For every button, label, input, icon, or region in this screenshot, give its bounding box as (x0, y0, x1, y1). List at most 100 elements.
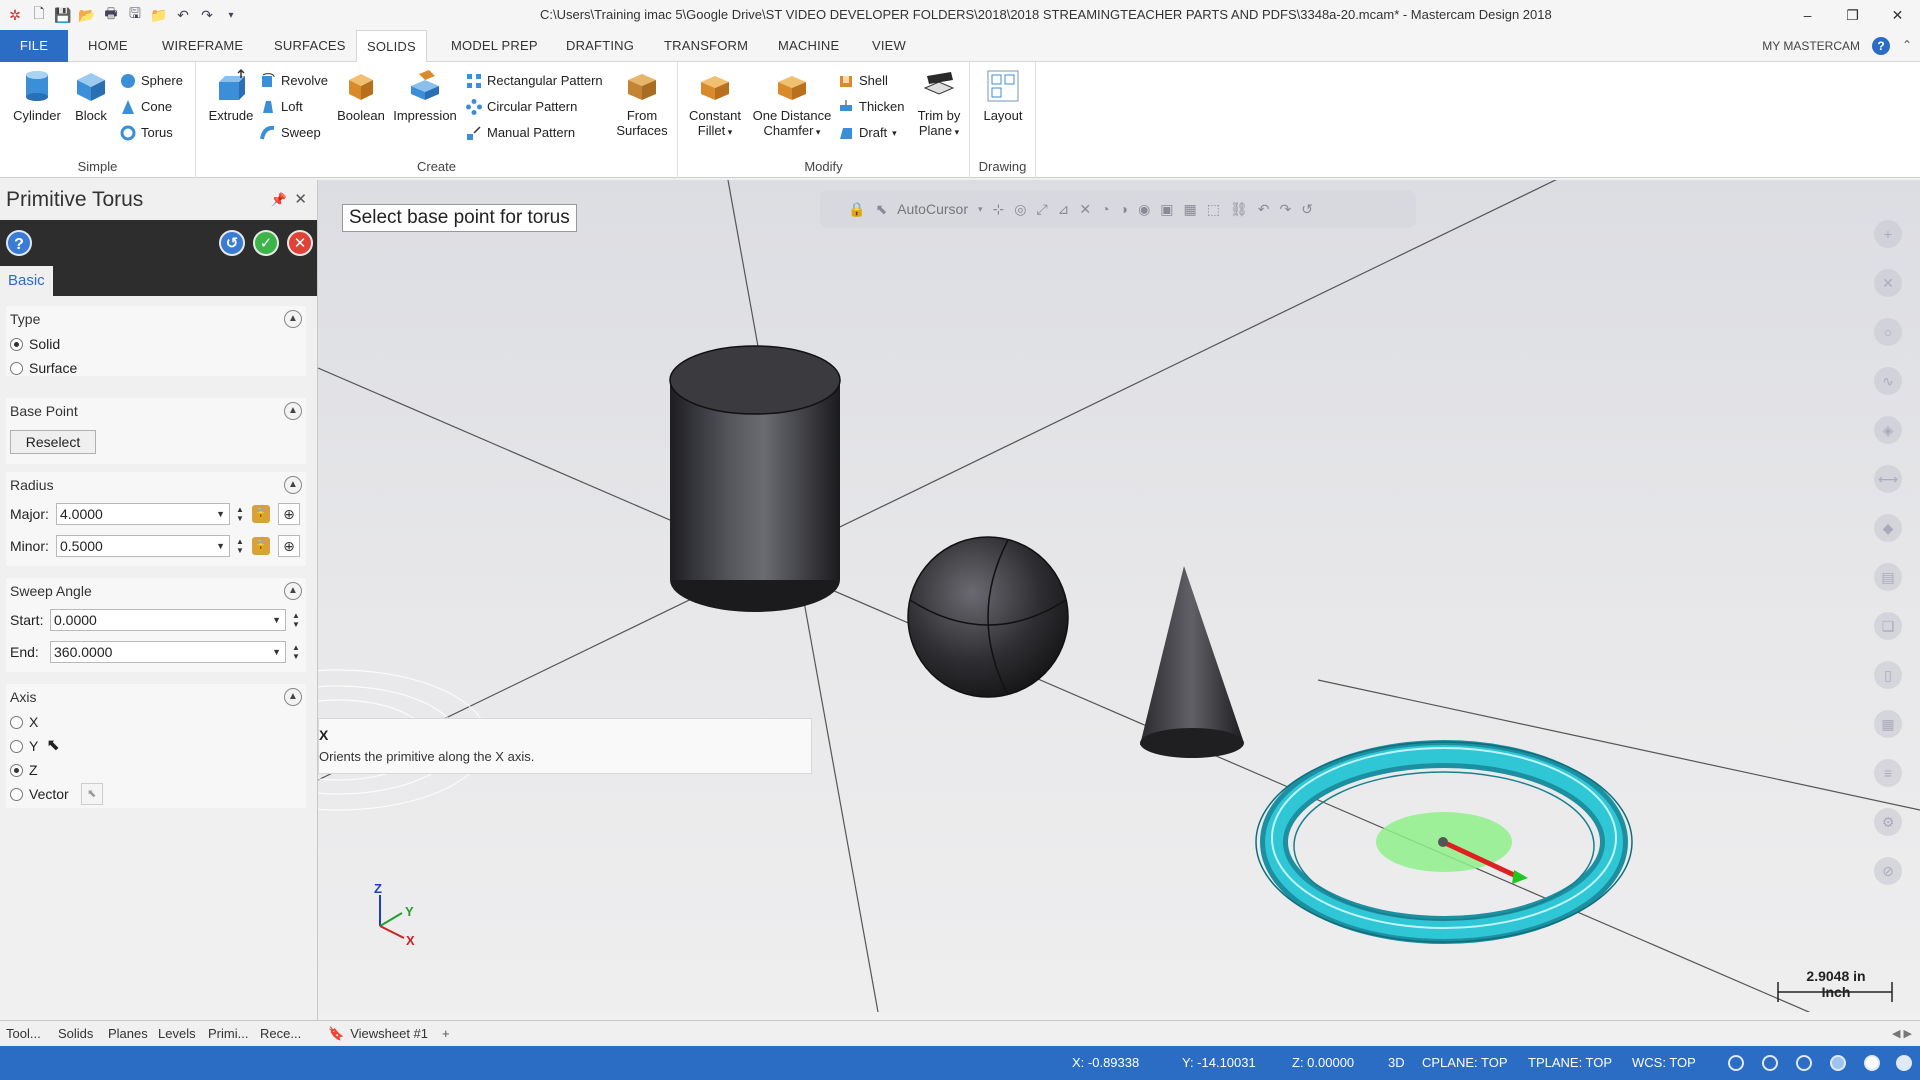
collapse-icon[interactable]: ▲ (284, 402, 302, 420)
block-button[interactable]: Block (62, 68, 120, 123)
y-coordinate[interactable]: Y: -14.10031 (1182, 1046, 1256, 1080)
minimize-icon[interactable]: – (1785, 0, 1830, 30)
loft-button[interactable]: Loft (260, 96, 303, 118)
sweep-button[interactable]: Sweep (260, 122, 321, 144)
sweep-start-spinner[interactable]: ▲ ▼ (290, 611, 302, 629)
radio-dot[interactable] (10, 715, 23, 729)
shaded-icon[interactable] (1830, 1055, 1846, 1071)
tab-transform[interactable]: TRANSFORM (654, 30, 758, 62)
help-button[interactable]: ? (6, 230, 32, 256)
verify-selection-icon[interactable]: ⬚ (1207, 201, 1220, 218)
torus-button[interactable]: Torus (120, 122, 173, 144)
major-radius-spinner[interactable]: ▲ ▼ (234, 505, 246, 523)
sweep-start-input[interactable]: 0.0000 ▼ (50, 609, 286, 631)
radio-dot[interactable] (10, 763, 23, 777)
undo-selection-icon[interactable]: ↶ (1258, 201, 1270, 218)
axis-z-radio[interactable]: Z (6, 758, 306, 782)
tab-basic[interactable]: Basic (0, 266, 53, 296)
select-groups-icon[interactable]: ❏ (1874, 612, 1902, 640)
manual-pattern-button[interactable]: Manual Pattern (466, 122, 575, 144)
tab-home[interactable]: HOME (78, 30, 138, 62)
dropdown-arrow-icon[interactable]: ▾ (978, 204, 983, 215)
radio-dot[interactable] (10, 787, 23, 801)
shell-button[interactable]: Shell (838, 70, 888, 92)
cylinder-button[interactable]: Cylinder (8, 68, 66, 123)
thicken-button[interactable]: Thicken (838, 96, 905, 118)
dropdown-arrow-icon[interactable]: ▼ (216, 504, 225, 524)
snap-intersection-icon[interactable]: ✕ (1079, 201, 1091, 218)
pin-icon[interactable]: 📌 (271, 180, 287, 220)
rectangular-pattern-button[interactable]: Rectangular Pattern (466, 70, 603, 92)
radio-dot[interactable] (10, 337, 23, 351)
select-splines-icon[interactable]: ∿ (1874, 367, 1902, 395)
collapse-icon[interactable]: ▲ (284, 476, 302, 494)
snap-nearest-icon[interactable]: ◉ (1138, 201, 1150, 218)
select-color-icon[interactable]: ▦ (1874, 710, 1902, 738)
selection-mode-icon[interactable]: ▦ (1184, 201, 1197, 218)
from-surfaces-button[interactable]: From Surfaces (610, 68, 674, 138)
sweep-end-spinner[interactable]: ▲ ▼ (290, 643, 302, 661)
scene-canvas[interactable]: Z Y X (318, 180, 1920, 1012)
globe-icon[interactable] (1728, 1055, 1744, 1071)
impression-button[interactable]: Impression (390, 68, 460, 123)
trim-by-plane-button[interactable]: Trim by Plane ▾ (910, 68, 968, 140)
dropdown-arrow-icon[interactable]: ▼ (216, 536, 225, 556)
snap-center-icon[interactable]: ◎ (1014, 201, 1026, 218)
tab-file[interactable]: FILE (0, 30, 68, 62)
cplane-indicator[interactable]: CPLANE: TOP (1422, 1046, 1508, 1080)
redo-icon[interactable]: ↷ (198, 6, 216, 24)
boolean-button[interactable]: Boolean (332, 68, 390, 123)
lock-icon[interactable]: 🔒 (252, 505, 270, 523)
select-all-icon[interactable]: ▣ (1160, 201, 1173, 218)
sphere-solid[interactable] (907, 536, 1069, 698)
wcs-indicator[interactable]: WCS: TOP (1632, 1046, 1696, 1080)
dropdown-arrow-icon[interactable]: ▼ (272, 610, 281, 630)
sweep-end-input[interactable]: 360.0000 ▼ (50, 641, 286, 663)
globe-icon[interactable] (1762, 1055, 1778, 1071)
ok-and-create-new-button[interactable]: ↺ (219, 230, 245, 256)
clear-selection-icon[interactable]: ↺ (1301, 201, 1313, 218)
ok-button[interactable]: ✓ (253, 230, 279, 256)
select-arcs-icon[interactable]: ○ (1874, 318, 1902, 346)
undo-icon[interactable]: ↶ (174, 6, 192, 24)
new-file-icon[interactable]: 🗋 (30, 5, 48, 24)
dropdown-arrow-icon[interactable]: ▼ (272, 642, 281, 662)
cone-button[interactable]: Cone (120, 96, 172, 118)
tab-machine[interactable]: MACHINE (768, 30, 849, 62)
select-surfaces-icon[interactable]: ◈ (1874, 416, 1902, 444)
collapse-icon[interactable]: ▲ (284, 582, 302, 600)
select-point-icon[interactable]: ⊕ (278, 503, 300, 525)
revolve-button[interactable]: Revolve (260, 70, 328, 92)
cylinder-solid[interactable] (669, 345, 841, 612)
tab-primitive[interactable]: Primi... (208, 1021, 248, 1047)
cone-solid[interactable] (1140, 566, 1244, 758)
select-points-icon[interactable]: ✕ (1874, 269, 1902, 297)
constant-fillet-button[interactable]: Constant Fillet ▾ (686, 68, 744, 140)
reselect-button[interactable]: Reselect (10, 430, 96, 454)
draft-button[interactable]: Draft ▾ (838, 122, 897, 144)
tab-levels[interactable]: Levels (158, 1021, 196, 1047)
save-icon[interactable]: 💾 (54, 6, 72, 24)
select-dimensions-icon[interactable]: ⟷ (1874, 465, 1902, 493)
save-as-icon[interactable]: 🖫 (126, 5, 144, 24)
minor-radius-spinner[interactable]: ▲ ▼ (234, 537, 246, 555)
graphics-viewport[interactable]: Z Y X Select base point for torus 🔒 ⬉ Au… (318, 180, 1920, 1012)
autocursor-label[interactable]: AutoCursor (897, 201, 968, 217)
lock-icon[interactable]: 🔒 (848, 201, 865, 218)
snap-quadrant-icon[interactable]: ◔ (1101, 201, 1109, 217)
snap-midpoint-icon[interactable]: ⊿ (1058, 201, 1070, 218)
select-levels-icon[interactable]: ≡ (1874, 759, 1902, 787)
type-surface-radio[interactable]: Surface (6, 356, 306, 380)
autocursor-icon[interactable]: ⬉ (875, 201, 887, 218)
add-viewsheet-icon[interactable]: + (442, 1021, 450, 1047)
torus-solid[interactable] (1255, 740, 1633, 944)
sphere-button[interactable]: Sphere (120, 70, 183, 92)
collapse-ribbon-icon[interactable]: ⌃ (1902, 38, 1912, 52)
wireframe-shade-icon[interactable] (1796, 1055, 1812, 1071)
close-panel-icon[interactable]: ✕ (294, 180, 307, 220)
select-meshes-icon[interactable]: ▤ (1874, 563, 1902, 591)
redo-selection-icon[interactable]: ↷ (1280, 201, 1292, 218)
select-solids-icon[interactable]: ◆ (1874, 514, 1902, 542)
type-solid-radio[interactable]: Solid (6, 332, 306, 356)
chain-icon[interactable]: ⛓ (1230, 201, 1248, 218)
